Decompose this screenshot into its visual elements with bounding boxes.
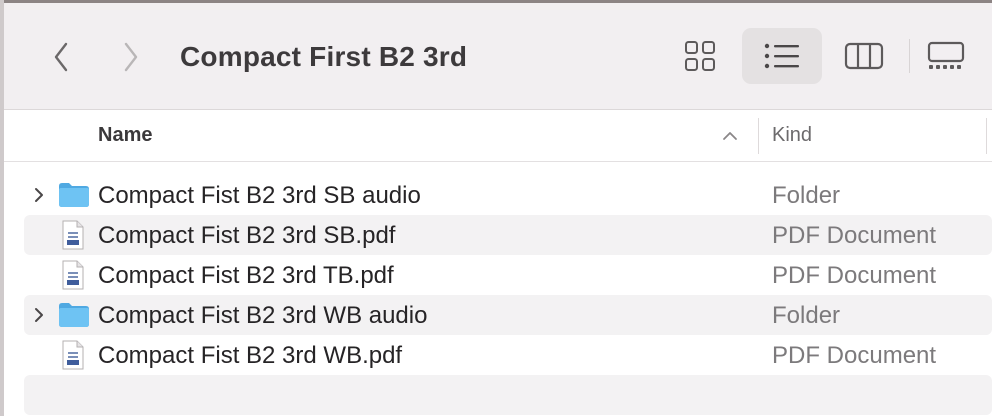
kind-column-header[interactable]: Kind [772, 124, 812, 147]
file-row[interactable]: Compact Fist B2 3rd SB.pdf PDF Document [24, 215, 992, 255]
empty-row [24, 375, 992, 415]
list-view-button[interactable] [742, 28, 822, 84]
window-title: Compact First B2 3rd [180, 41, 468, 72]
file-name: Compact Fist B2 3rd WB.pdf [98, 342, 403, 369]
pdf-document-icon [62, 220, 84, 250]
pdf-document-icon [62, 260, 84, 290]
back-button[interactable] [46, 37, 76, 77]
file-name: Compact Fist B2 3rd WB audio [98, 302, 428, 329]
chevron-up-icon[interactable] [720, 126, 740, 146]
file-kind: Folder [772, 302, 841, 329]
file-kind: PDF Document [772, 262, 937, 289]
column-view-button[interactable] [836, 28, 892, 84]
file-name: Compact Fist B2 3rd SB audio [98, 182, 421, 209]
folder-icon [59, 303, 89, 327]
column-header-row: Name Kind [4, 110, 992, 162]
file-name: Compact Fist B2 3rd TB.pdf [98, 262, 394, 289]
file-kind: Folder [772, 182, 841, 209]
disclosure-chevron-right-icon[interactable] [32, 186, 46, 204]
pdf-document-icon [62, 340, 84, 370]
chevron-left-icon [54, 42, 68, 72]
file-row[interactable]: Compact Fist B2 3rd SB audio Folder [24, 175, 992, 215]
column-divider[interactable] [986, 118, 987, 154]
column-divider[interactable] [758, 118, 759, 154]
toolbar-separator [909, 39, 910, 73]
file-kind: PDF Document [772, 222, 937, 249]
file-row[interactable]: Compact Fist B2 3rd WB.pdf PDF Document [24, 335, 992, 375]
icon-view-button[interactable] [672, 28, 728, 84]
name-column-header[interactable]: Name [98, 124, 152, 147]
file-kind: PDF Document [772, 342, 937, 369]
gallery-icon [927, 41, 965, 69]
file-row[interactable]: Compact Fist B2 3rd WB audio Folder [24, 295, 992, 335]
grid-icon [685, 41, 715, 71]
columns-icon [844, 42, 884, 70]
chevron-right-icon [124, 42, 138, 72]
file-name: Compact Fist B2 3rd SB.pdf [98, 222, 396, 249]
finder-toolbar: Compact First B2 3rd [4, 3, 992, 109]
list-icon [764, 43, 799, 69]
file-row[interactable]: Compact Fist B2 3rd TB.pdf PDF Document [24, 255, 992, 295]
gallery-view-button[interactable] [918, 28, 974, 84]
disclosure-chevron-right-icon[interactable] [32, 306, 46, 324]
file-list: Name Kind Compact Fist B2 3rd SB audio F… [4, 109, 992, 416]
forward-button[interactable] [116, 37, 146, 77]
folder-icon [59, 183, 89, 207]
